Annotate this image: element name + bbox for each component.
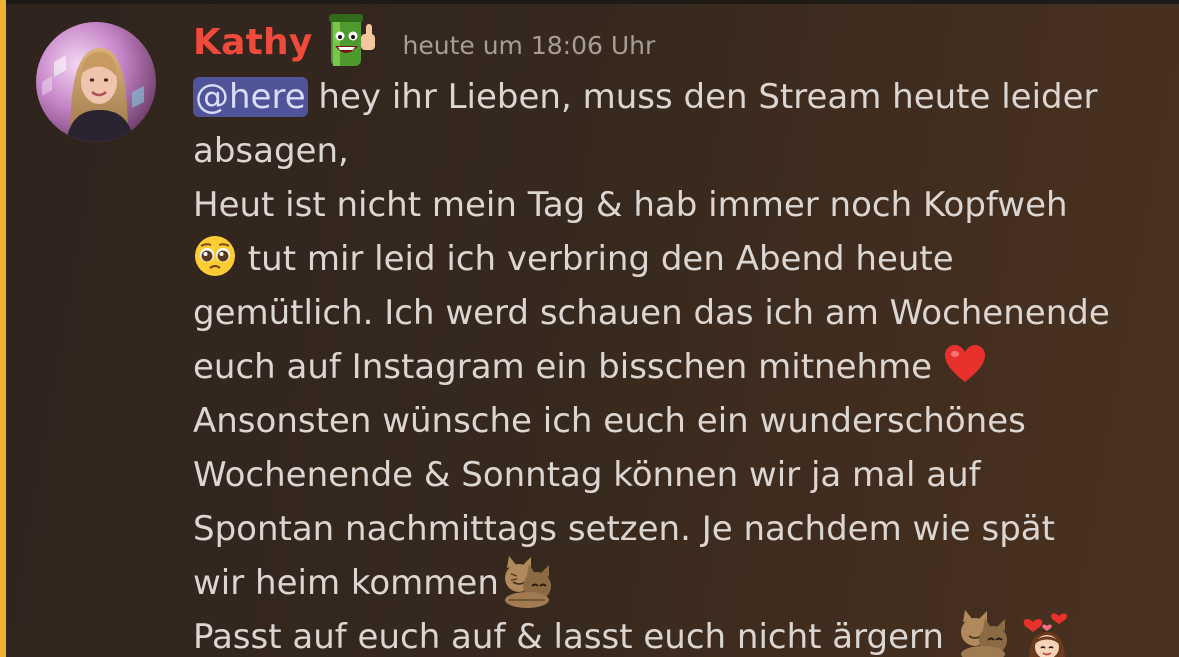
line-text: Wochenende & Sonntag können wir ja mal a… — [193, 455, 981, 495]
girl-with-hearts-icon[interactable] — [1019, 610, 1075, 657]
line-text: euch auf Instagram ein bisschen mitnehme — [193, 347, 943, 387]
line-text: absagen, — [193, 131, 349, 171]
message-line: absagen, — [193, 124, 1168, 178]
line-text: Spontan nachmittags setzen. Je nachdem w… — [193, 509, 1055, 549]
message-line: Spontan nachmittags setzen. Je nachdem w… — [193, 502, 1168, 556]
message-line: Heut ist nicht mein Tag & hab immer noch… — [193, 178, 1168, 232]
message-line: @here hey ihr Lieben, muss den Stream he… — [193, 70, 1168, 124]
message-header: Kathy heute um 18:06 Uhr — [193, 14, 655, 70]
message-line: euch auf Instagram ein bisschen mitnehme — [193, 340, 1168, 394]
line-text: tut mir leid ich verbring den Abend heut… — [237, 239, 954, 279]
hugging-cats-icon[interactable] — [499, 556, 555, 608]
hugging-cats-icon[interactable] — [955, 610, 1011, 657]
line-text: gemütlich. Ich werd schauen das ich am W… — [193, 293, 1110, 333]
mention-here[interactable]: @here — [193, 77, 308, 117]
line-text: Heut ist nicht mein Tag & hab immer noch… — [193, 185, 1068, 225]
message-line: Wochenende & Sonntag können wir ja mal a… — [193, 448, 1168, 502]
message-content: @here hey ihr Lieben, muss den Stream he… — [193, 70, 1168, 657]
line-text: hey ihr Lieben, muss den Stream heute le… — [307, 77, 1098, 117]
author-name[interactable]: Kathy — [193, 22, 313, 63]
smiling-bottle-thumbs-up-icon[interactable] — [323, 14, 381, 70]
line-text: Passt auf euch auf & lasst euch nicht är… — [193, 617, 955, 657]
message-timestamp[interactable]: heute um 18:06 Uhr — [403, 25, 656, 60]
line-text: wir heim kommen — [193, 563, 499, 603]
chat-message[interactable]: Kathy heute um 18:06 Uhr @here hey ihr L… — [0, 0, 1179, 657]
message-line: gemütlich. Ich werd schauen das ich am W… — [193, 286, 1168, 340]
message-line: tut mir leid ich verbring den Abend heut… — [193, 232, 1168, 286]
message-line: Passt auf euch auf & lasst euch nicht är… — [193, 610, 1168, 657]
pleading-face-icon[interactable] — [193, 234, 237, 278]
line-text: Ansonsten wünsche ich euch ein wundersch… — [193, 401, 1026, 441]
red-heart-icon[interactable] — [943, 342, 987, 386]
message-line: Ansonsten wünsche ich euch ein wundersch… — [193, 394, 1168, 448]
avatar[interactable] — [36, 22, 156, 142]
message-line: wir heim kommen — [193, 556, 1168, 610]
